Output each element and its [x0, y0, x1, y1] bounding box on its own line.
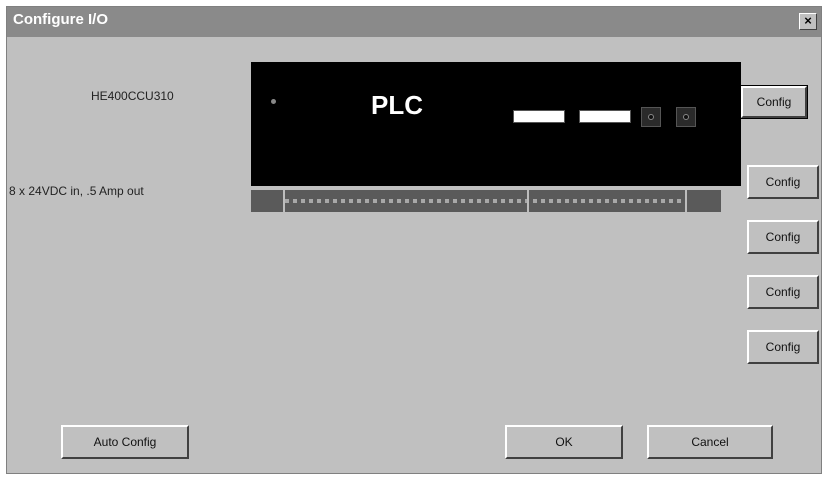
port-icon: [676, 107, 696, 127]
terminal-pins: [285, 199, 681, 203]
cpu-model-label: HE400CCU310: [91, 89, 174, 103]
config-button-io-1[interactable]: Config: [747, 165, 819, 199]
config-button-io-2[interactable]: Config: [747, 220, 819, 254]
dialog-title: Configure I/O: [13, 11, 108, 28]
configure-io-dialog: Configure I/O × HE400CCU310 8 x 24VDC in…: [6, 6, 822, 474]
status-led-icon: [271, 99, 276, 104]
config-button-io-3[interactable]: Config: [747, 275, 819, 309]
io-terminal-strip: [251, 190, 721, 212]
config-button-cpu[interactable]: Config: [740, 85, 808, 119]
close-icon: ×: [804, 13, 812, 28]
led-bar-icon: [513, 110, 565, 123]
config-button-io-4[interactable]: Config: [747, 330, 819, 364]
close-button[interactable]: ×: [799, 13, 817, 30]
plc-module-image: PLC: [251, 62, 741, 186]
auto-config-button[interactable]: Auto Config: [61, 425, 189, 459]
io-description-label: 8 x 24VDC in, .5 Amp out: [9, 184, 144, 198]
cancel-button[interactable]: Cancel: [647, 425, 773, 459]
strip-divider: [527, 190, 529, 212]
strip-divider: [685, 190, 687, 212]
plc-label: PLC: [371, 90, 423, 120]
strip-divider: [283, 190, 285, 212]
title-bar[interactable]: Configure I/O ×: [7, 7, 821, 37]
port-icon: [641, 107, 661, 127]
ok-button[interactable]: OK: [505, 425, 623, 459]
led-bar-icon: [579, 110, 631, 123]
